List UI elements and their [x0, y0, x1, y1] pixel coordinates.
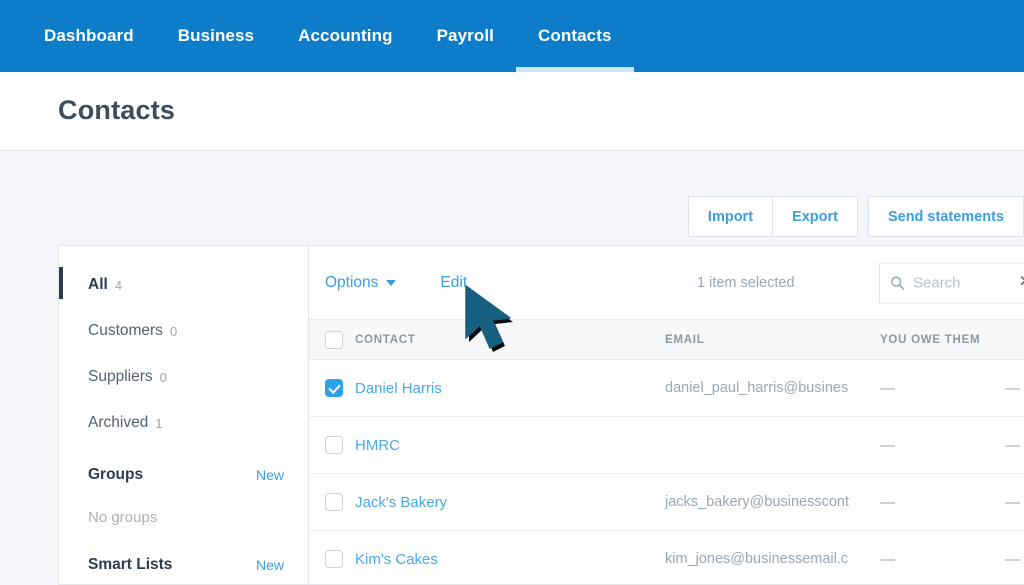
nav-item-label: Business: [177, 26, 255, 45]
nav-item-label: Dashboard: [44, 26, 134, 45]
contact-name-link[interactable]: Jack's Bakery: [355, 494, 447, 511]
send-statements-button[interactable]: Send statements: [867, 196, 1024, 237]
table-toolbar: Options Edit 1 item selected Search ✕: [309, 246, 1024, 319]
search-input[interactable]: Search: [913, 274, 1019, 291]
page-actions: Import Export Send statements: [687, 196, 1024, 237]
sidebar-item-count: 0: [159, 369, 167, 385]
sidebar-item-label: Customers: [88, 322, 163, 339]
nav-item-contacts[interactable]: Contacts: [516, 0, 634, 72]
sidebar-item-label: All: [88, 276, 108, 293]
row-checkbox[interactable]: [325, 436, 343, 455]
they-owe-you-value: —: [1005, 436, 1020, 454]
contact-email-cell: daniel_paul_harris@busines: [665, 359, 880, 417]
new-group-link[interactable]: New: [256, 467, 284, 483]
edit-button[interactable]: Edit: [440, 274, 467, 292]
import-export-group: Import Export: [687, 196, 858, 237]
they-owe-you-value: —: [1005, 550, 1020, 568]
nav-item-payroll[interactable]: Payroll: [415, 0, 516, 72]
clear-search-icon[interactable]: ✕: [1019, 274, 1024, 291]
export-button[interactable]: Export: [773, 196, 858, 237]
row-select-cell: [309, 416, 355, 474]
contact-email: kim_jones@businessemail.c: [665, 551, 849, 567]
table-header-row: CONTACT EMAIL YOU OWE THEM: [309, 319, 1024, 360]
contacts-table-area: Options Edit 1 item selected Search ✕: [309, 246, 1024, 584]
nav-item-label: Accounting: [298, 26, 393, 45]
they-owe-you-value: —: [1005, 493, 1020, 511]
contacts-sidebar: All 4 Customers 0 Suppliers 0 Archived 1…: [59, 246, 309, 584]
you-owe-them-value: —: [880, 493, 895, 511]
groups-heading: Groups: [88, 466, 144, 483]
smart-lists-heading: Smart Lists: [88, 556, 173, 573]
table-header: CONTACT EMAIL YOU OWE THEM: [309, 319, 1024, 360]
sidebar-item-count: 1: [155, 415, 163, 431]
contact-email-cell: jacks_bakery@businesscont: [665, 473, 880, 531]
contacts-card: All 4 Customers 0 Suppliers 0 Archived 1…: [58, 245, 1024, 585]
row-checkbox[interactable]: [325, 550, 343, 569]
column-header-email[interactable]: EMAIL: [665, 319, 880, 360]
row-checkbox[interactable]: [325, 493, 343, 512]
you-owe-them-cell: —: [880, 359, 1005, 417]
table-row[interactable]: HMRC — —: [309, 416, 1024, 474]
they-owe-you-cell: —: [1005, 416, 1024, 474]
selection-status: 1 item selected: [697, 274, 795, 291]
sidebar-section-smart-lists: Smart Lists New: [59, 542, 308, 584]
options-dropdown[interactable]: Options: [325, 273, 397, 292]
column-header-you-owe-them[interactable]: YOU OWE THEM: [880, 319, 1005, 360]
options-label: Options: [325, 273, 379, 291]
you-owe-them-cell: —: [880, 416, 1005, 474]
nav-item-business[interactable]: Business: [156, 0, 276, 72]
you-owe-them-cell: —: [880, 473, 1005, 531]
sidebar-item-archived[interactable]: Archived 1: [59, 400, 308, 446]
row-checkbox[interactable]: [325, 379, 343, 398]
contact-email: jacks_bakery@businesscont: [665, 494, 849, 510]
you-owe-them-value: —: [880, 550, 895, 568]
select-all-header: [309, 319, 355, 360]
nav-item-list: Dashboard Business Accounting Payroll Co…: [0, 0, 634, 72]
nav-item-label: Payroll: [436, 26, 494, 45]
page-title: Contacts: [58, 95, 176, 125]
contact-name-cell: Daniel Harris: [355, 359, 665, 417]
contact-name-link[interactable]: Daniel Harris: [355, 380, 442, 397]
contact-name-cell: HMRC: [355, 416, 665, 474]
contacts-table: CONTACT EMAIL YOU OWE THEM Daniel Harris…: [309, 319, 1024, 584]
sidebar-item-suppliers[interactable]: Suppliers 0: [59, 354, 308, 400]
row-select-cell: [309, 359, 355, 417]
sidebar-item-customers[interactable]: Customers 0: [59, 308, 308, 354]
you-owe-them-value: —: [880, 436, 895, 454]
import-button[interactable]: Import: [687, 196, 774, 237]
sidebar-item-count: 0: [169, 323, 178, 339]
sidebar-item-label: Archived: [88, 414, 149, 431]
they-owe-you-cell: —: [1005, 473, 1024, 531]
new-smart-list-link[interactable]: New: [256, 557, 284, 573]
search-box[interactable]: Search ✕: [879, 262, 1024, 303]
contact-name-link[interactable]: Kim's Cakes: [355, 551, 438, 568]
row-select-cell: [309, 473, 355, 531]
column-header-they-owe-you[interactable]: [1005, 319, 1024, 360]
sidebar-item-label: Suppliers: [88, 368, 153, 385]
sidebar-item-all[interactable]: All 4: [59, 262, 308, 308]
chevron-down-icon: [386, 279, 397, 286]
you-owe-them-value: —: [880, 379, 895, 397]
sidebar-item-count: 4: [114, 277, 123, 293]
contact-email-cell: [665, 416, 880, 474]
top-navigation-bar: Dashboard Business Accounting Payroll Co…: [0, 0, 1024, 72]
no-groups-text: No groups: [88, 508, 158, 526]
select-all-checkbox[interactable]: [325, 330, 343, 349]
table-body: Daniel Harris daniel_paul_harris@busines…: [309, 359, 1024, 584]
search-icon: [891, 276, 905, 290]
nav-item-label: Contacts: [538, 26, 612, 45]
they-owe-you-cell: —: [1005, 359, 1024, 417]
nav-item-accounting[interactable]: Accounting: [276, 0, 415, 72]
table-row[interactable]: Daniel Harris daniel_paul_harris@busines…: [309, 359, 1024, 417]
they-owe-you-value: —: [1005, 379, 1020, 397]
contact-name-cell: Jack's Bakery: [355, 473, 665, 531]
contact-email: daniel_paul_harris@busines: [665, 380, 849, 396]
table-row[interactable]: Jack's Bakery jacks_bakery@businesscont …: [309, 473, 1024, 531]
contact-name-link[interactable]: HMRC: [355, 437, 400, 454]
page-title-bar: Contacts: [0, 72, 1024, 151]
nav-item-dashboard[interactable]: Dashboard: [22, 0, 156, 72]
sidebar-section-groups: Groups New: [59, 452, 308, 498]
column-header-contact[interactable]: CONTACT: [355, 319, 665, 360]
